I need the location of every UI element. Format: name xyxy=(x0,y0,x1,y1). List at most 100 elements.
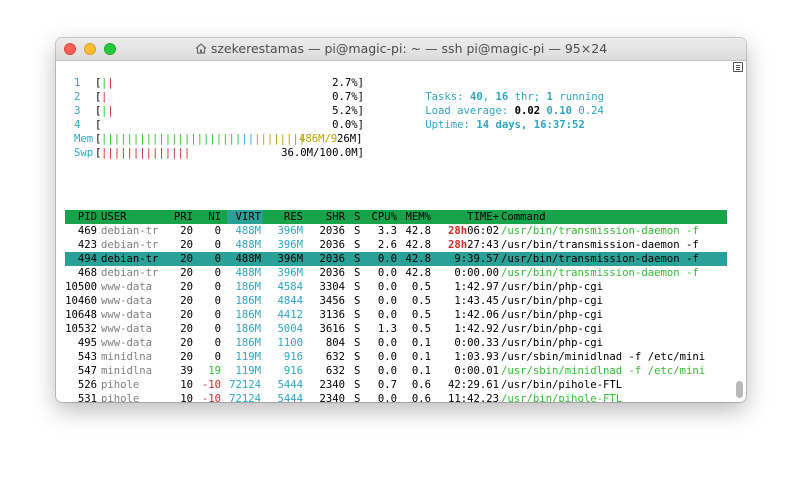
col-state[interactable]: S xyxy=(354,210,360,224)
mem-cell: 0.5 xyxy=(411,281,431,293)
virt-cell: 72124 xyxy=(229,379,261,391)
command-cell: /usr/bin/transmission-daemon -f xyxy=(501,253,699,265)
res-cell: 4844 xyxy=(277,295,303,307)
process-row[interactable]: 494 debian-tr 20 0 488M 396M 2036 S 0.0 42.8 9:39.… xyxy=(65,252,727,266)
cpu-pct: 0.0%] xyxy=(332,119,364,131)
res-cell: 5444 xyxy=(277,393,303,402)
process-row[interactable]: 531 pihole 10 -10 72124 5444 2340 S 0.0 0.6 11:42.… xyxy=(65,392,727,402)
process-table-header[interactable]: PID USER PRI NI VIRT RES SHR S CPU% MEM%… xyxy=(65,210,727,224)
cpu-num: 3 xyxy=(74,105,81,117)
pri-cell: 20 xyxy=(180,239,193,251)
command-cell: /usr/bin/transmission-daemon -f xyxy=(501,267,699,279)
process-row[interactable]: 495 www-data 20 0 186M 1100 804 S 0.0 0.1 0:00.33/… xyxy=(65,336,727,350)
process-row[interactable]: 10500 www-data 20 0 186M 4584 3304 S 0.0 0.5 1:42.… xyxy=(65,280,727,294)
res-cell: 916 xyxy=(283,351,303,363)
col-res[interactable]: RES xyxy=(269,210,303,224)
time-cell: 1:43.45 xyxy=(454,295,499,307)
shr-cell: 3456 xyxy=(319,295,345,307)
scrollbar-thumb[interactable] xyxy=(736,381,743,398)
process-row[interactable]: 10460 www-data 20 0 186M 4844 3456 S 0.0 0.5 1:43.… xyxy=(65,294,727,308)
shr-cell: 2036 xyxy=(319,225,345,237)
mem-value: 486M/9 xyxy=(299,133,338,145)
state-cell: S xyxy=(354,239,361,251)
col-shr[interactable]: SHR xyxy=(311,210,345,224)
col-ni[interactable]: NI xyxy=(197,210,221,224)
res-cell: 4412 xyxy=(277,309,303,321)
col-virt[interactable]: VIRT xyxy=(227,210,261,224)
cpu-bar: | xyxy=(101,91,108,103)
col-mem[interactable]: MEM% xyxy=(399,210,431,224)
pri-cell: 20 xyxy=(180,225,193,237)
process-row[interactable]: 10532 www-data 20 0 186M 5004 3616 S 1.3 0.5 1:42.… xyxy=(65,322,727,336)
shr-cell: 3304 xyxy=(319,281,345,293)
htop-screen: 1[|| 2.7%] 2[| 0.7%] 3[|| 5.2%] 4[0.0%] Mem [ … xyxy=(65,76,731,402)
col-pid[interactable]: PID xyxy=(65,210,97,224)
cpu-cell: 0.0 xyxy=(377,337,397,349)
user-cell: debian-tr xyxy=(101,267,159,279)
process-row[interactable]: 547 minidlna 39 19 119M 916 632 S 0.0 0.1 0:00.01/… xyxy=(65,364,727,378)
pid-cell: 547 xyxy=(77,365,97,377)
process-row[interactable]: 423 debian-tr 20 0 488M 396M 2036 S 2.6 42.8 28h27… xyxy=(65,238,727,252)
cpu-cell: 0.7 xyxy=(377,379,397,391)
command-cell: /usr/bin/php-cgi xyxy=(501,295,604,307)
pid-cell: 10648 xyxy=(65,309,97,321)
pid-cell: 10532 xyxy=(65,323,97,335)
state-cell: S xyxy=(354,393,361,402)
pid-cell: 469 xyxy=(77,225,97,237)
cpu-cell: 0.0 xyxy=(377,365,397,377)
col-pri[interactable]: PRI xyxy=(169,210,193,224)
cpu-bar: || xyxy=(101,105,114,117)
col-user[interactable]: USER xyxy=(101,210,127,224)
user-cell: debian-tr xyxy=(101,253,159,265)
time-cell: 0:00.33 xyxy=(454,337,499,349)
ni-cell: 0 xyxy=(214,351,221,363)
pri-cell: 20 xyxy=(180,337,193,349)
process-row[interactable]: 526 pihole 10 -10 72124 5444 2340 S 0.7 0.6 42:29.… xyxy=(65,378,727,392)
user-cell: pihole xyxy=(101,393,140,402)
res-cell: 916 xyxy=(283,365,303,377)
cpu-bar: || xyxy=(101,77,114,89)
pri-cell: 20 xyxy=(180,295,193,307)
mem-cell: 0.6 xyxy=(411,379,431,391)
process-row[interactable]: 469 debian-tr 20 0 488M 396M 2036 S 3.3 42.8 28h06… xyxy=(65,224,727,238)
window-title: szekerestamas — pi@magic-pi: ~ — ssh pi@… xyxy=(210,41,608,56)
mem-cell: 0.1 xyxy=(411,365,431,377)
col-time[interactable]: TIME+ xyxy=(441,210,499,224)
process-row[interactable]: 543 minidlna 20 0 119M 916 632 S 0.0 0.1 1:03.93/u… xyxy=(65,350,727,364)
ni-cell: 19 xyxy=(208,365,221,377)
time-cell: 28h06:02 xyxy=(447,225,499,237)
terminal-menu-icon[interactable] xyxy=(733,62,743,72)
mem-bar: |||||||||||||||||||||||||||||||| xyxy=(101,133,306,145)
user-cell: www-data xyxy=(101,295,153,307)
state-cell: S xyxy=(354,253,361,265)
tasks-summary: Tasks: 40, 16 thr; 1 running xyxy=(425,91,604,103)
mem-cell: 0.6 xyxy=(411,393,431,402)
uptime-value: 14 days, 16:37:52 xyxy=(476,119,585,131)
virt-cell: 119M xyxy=(235,351,261,363)
mem-cell: 42.8 xyxy=(405,225,431,237)
time-cell: 11:42.23 xyxy=(447,393,499,402)
col-command[interactable]: Command xyxy=(501,210,546,224)
ni-cell: 0 xyxy=(214,337,221,349)
shr-cell: 632 xyxy=(325,351,345,363)
cpu-cell: 1.3 xyxy=(377,323,397,335)
ni-cell: 0 xyxy=(214,239,221,251)
user-cell: minidlna xyxy=(101,351,153,363)
state-cell: S xyxy=(354,225,361,237)
pri-cell: 20 xyxy=(180,253,193,265)
virt-cell: 186M xyxy=(235,295,261,307)
state-cell: S xyxy=(354,295,361,307)
time-cell: 1:03.93 xyxy=(454,351,499,363)
mem-cell: 42.8 xyxy=(405,253,431,265)
mem-cell: 42.8 xyxy=(405,267,431,279)
col-cpu[interactable]: CPU% xyxy=(365,210,397,224)
mem-label: Mem xyxy=(74,133,94,145)
res-cell: 396M xyxy=(277,239,303,251)
shr-cell: 3136 xyxy=(319,309,345,321)
process-row[interactable]: 468 debian-tr 20 0 488M 396M 2036 S 0.0 42.8 0:00.… xyxy=(65,266,727,280)
mem-cell: 0.5 xyxy=(411,323,431,335)
process-row[interactable]: 10648 www-data 20 0 186M 4412 3136 S 0.0 0.5 1:42.… xyxy=(65,308,727,322)
title-bar[interactable]: szekerestamas — pi@magic-pi: ~ — ssh pi@… xyxy=(56,38,746,61)
pri-cell: 10 xyxy=(180,393,193,402)
cpu-cell: 0.0 xyxy=(377,253,397,265)
